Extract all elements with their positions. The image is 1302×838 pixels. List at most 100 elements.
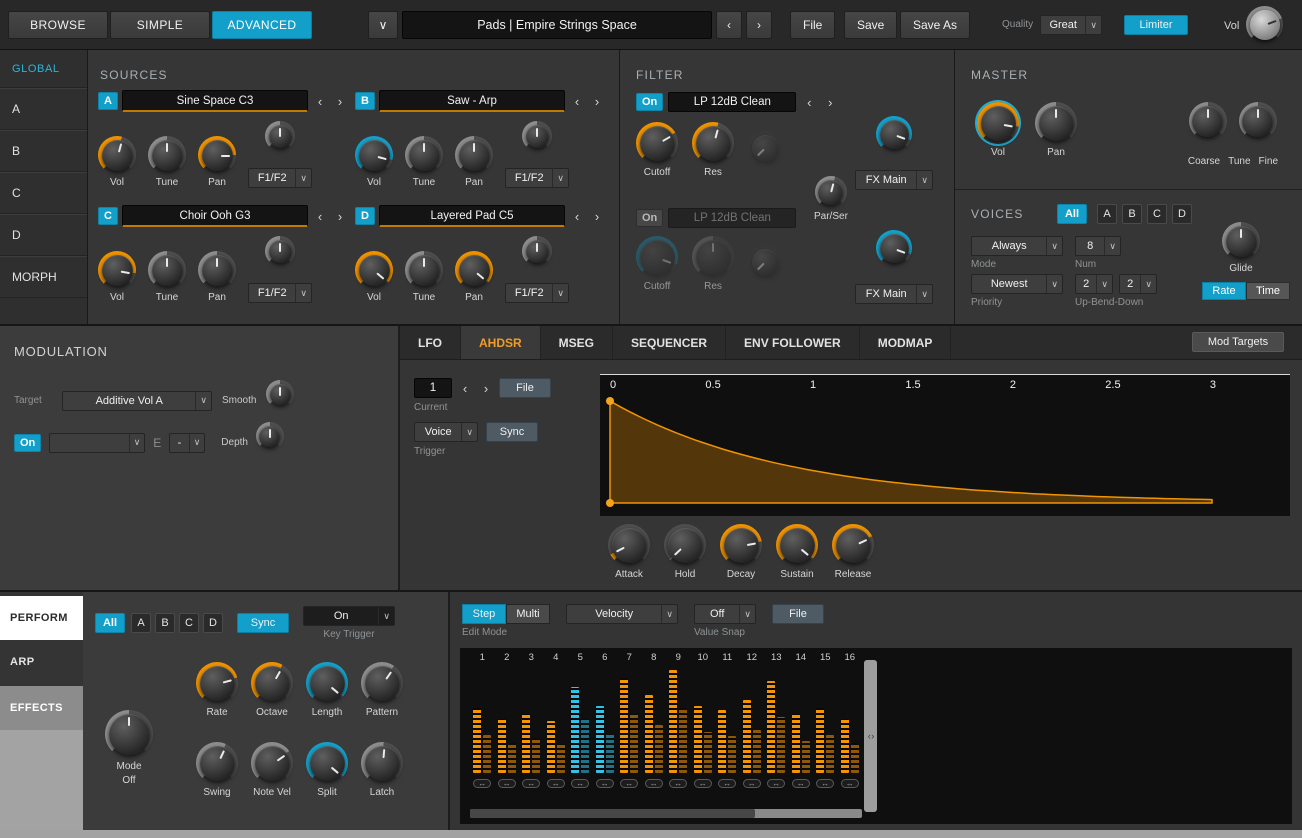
filter1-cutoff-knob[interactable]: Cutoff [636, 122, 678, 178]
knob-ring[interactable] [256, 422, 284, 450]
source-vol-knob[interactable]: Vol [98, 136, 136, 188]
mod-source-select[interactable]: ∨ [49, 433, 145, 453]
knob-ring[interactable] [361, 742, 403, 784]
knob-ring[interactable] [105, 710, 153, 758]
knob-ring[interactable] [251, 662, 293, 704]
source-filter-routing-select[interactable]: F1/F2∨ [505, 168, 569, 188]
edit-mode-button-step[interactable]: Step [462, 604, 506, 624]
prev-source-icon[interactable]: ‹ [312, 206, 328, 226]
knob-ring[interactable] [977, 102, 1019, 144]
knob-ring[interactable] [522, 236, 552, 266]
step-sub-bar[interactable] [704, 732, 712, 773]
step-column[interactable]: 13↔ [764, 652, 789, 788]
next-source-icon[interactable]: › [332, 91, 348, 111]
tab-effects[interactable]: EFFECTS [0, 686, 83, 730]
knob-ring[interactable] [251, 742, 293, 784]
knob-ring[interactable] [692, 236, 734, 278]
source-filter-routing-select[interactable]: F1/F2∨ [248, 168, 312, 188]
mod-tab-modmap[interactable]: MODMAP [860, 326, 952, 359]
source-tune-knob[interactable]: Tune [148, 251, 186, 303]
step-loop-icon[interactable]: ↔ [767, 779, 785, 788]
step-bars[interactable] [617, 665, 642, 773]
preset-name-field[interactable]: Pads | Empire Strings Space [402, 11, 712, 39]
step-bars[interactable] [764, 665, 789, 773]
fine-tune-knob[interactable] [1239, 102, 1277, 153]
step-column[interactable]: 16↔ [838, 652, 863, 788]
file-button[interactable]: File [790, 11, 835, 39]
step-value-bar[interactable] [767, 681, 775, 773]
step-value-bar[interactable] [498, 719, 506, 773]
step-loop-icon[interactable]: ↔ [792, 779, 810, 788]
step-bars[interactable] [715, 665, 740, 773]
arp-sync-button[interactable]: Sync [237, 613, 289, 633]
step-loop-icon[interactable]: ↔ [547, 779, 565, 788]
master-pan-knob[interactable]: Pan [1035, 102, 1077, 158]
knob-ring[interactable] [355, 136, 393, 174]
limiter-button[interactable]: Limiter [1124, 15, 1188, 35]
smooth-knob[interactable] [266, 380, 294, 421]
step-loop-icon[interactable]: ↔ [743, 779, 761, 788]
source-name-field[interactable]: Choir Ooh G3 [122, 205, 308, 227]
knob-ring[interactable] [1239, 102, 1277, 140]
step-value-bar[interactable] [841, 719, 849, 773]
filter2-fx-knob[interactable] [876, 230, 912, 279]
global-nav-item-c[interactable]: C [0, 172, 87, 214]
next-source-icon[interactable]: › [589, 91, 605, 111]
latch-knob[interactable]: Latch [361, 742, 403, 798]
decay-knob[interactable]: Decay [720, 524, 762, 580]
arp-all-button[interactable]: All [95, 613, 125, 633]
view-button-advanced[interactable]: ADVANCED [212, 11, 312, 39]
save-button[interactable]: Save [844, 11, 897, 39]
source-tune-knob[interactable]: Tune [405, 251, 443, 303]
step-loop-icon[interactable]: ↔ [620, 779, 638, 788]
step-column[interactable]: 6↔ [593, 652, 618, 788]
knob-ring[interactable] [748, 245, 782, 279]
envelope-curve[interactable] [600, 377, 1286, 515]
mod-e-button[interactable]: E [153, 436, 161, 450]
save-as-button[interactable]: Save As [900, 11, 970, 39]
ahdsr-file-button[interactable]: File [499, 378, 551, 398]
preset-prev-button[interactable]: ‹ [716, 11, 742, 39]
voices-group-button-b[interactable]: B [1122, 204, 1142, 224]
filter1-fx-knob[interactable] [876, 116, 912, 165]
knob-ring[interactable] [876, 230, 912, 266]
step-value-bar[interactable] [792, 714, 800, 773]
step-sub-bar[interactable] [606, 734, 614, 773]
global-nav-item-a[interactable]: A [0, 88, 87, 130]
step-loop-icon[interactable]: ↔ [841, 779, 859, 788]
step-bars[interactable] [568, 665, 593, 773]
knob-ring[interactable] [148, 251, 186, 289]
knob-ring[interactable] [720, 524, 762, 566]
glide-time-toggle[interactable]: Time [1246, 282, 1290, 300]
step-bars[interactable] [593, 665, 618, 773]
source-send-knob[interactable] [265, 121, 295, 164]
knob-ring[interactable] [636, 236, 678, 278]
step-loop-icon[interactable]: ↔ [718, 779, 736, 788]
arp-group-button-b[interactable]: B [155, 613, 175, 633]
horizontal-scrollbar[interactable] [470, 809, 862, 818]
mod-on-button[interactable]: On [14, 434, 41, 452]
prev-source-icon[interactable]: ‹ [569, 206, 585, 226]
voices-priority-select[interactable]: Newest∨ [971, 274, 1063, 294]
knob-ring[interactable] [776, 524, 818, 566]
rate-knob[interactable]: Rate [196, 662, 238, 718]
glide-knob[interactable]: Glide [1222, 222, 1260, 274]
filter2-on-button[interactable]: On [636, 209, 663, 227]
parser-knob[interactable]: Par/Ser [814, 176, 848, 222]
scrollbar-thumb[interactable] [470, 809, 755, 818]
filter1-extra-knob[interactable] [748, 131, 782, 178]
step-sub-bar[interactable] [581, 719, 589, 773]
knob-ring[interactable] [1189, 102, 1227, 140]
filter2-routing-select[interactable]: FX Main∨ [855, 284, 933, 304]
knob-ring[interactable] [455, 136, 493, 174]
step-column[interactable]: 10↔ [691, 652, 716, 788]
preset-next-button[interactable]: › [746, 11, 772, 39]
step-loop-icon[interactable]: ↔ [596, 779, 614, 788]
step-loop-icon[interactable]: ↔ [522, 779, 540, 788]
sequencer-file-button[interactable]: File [772, 604, 824, 624]
step-sub-bar[interactable] [777, 717, 785, 773]
tab-arp[interactable]: ARP [0, 642, 83, 682]
voices-mode-select[interactable]: Always∨ [971, 236, 1063, 256]
bend-down-select[interactable]: 2∨ [1119, 274, 1157, 294]
step-bars[interactable] [691, 665, 716, 773]
